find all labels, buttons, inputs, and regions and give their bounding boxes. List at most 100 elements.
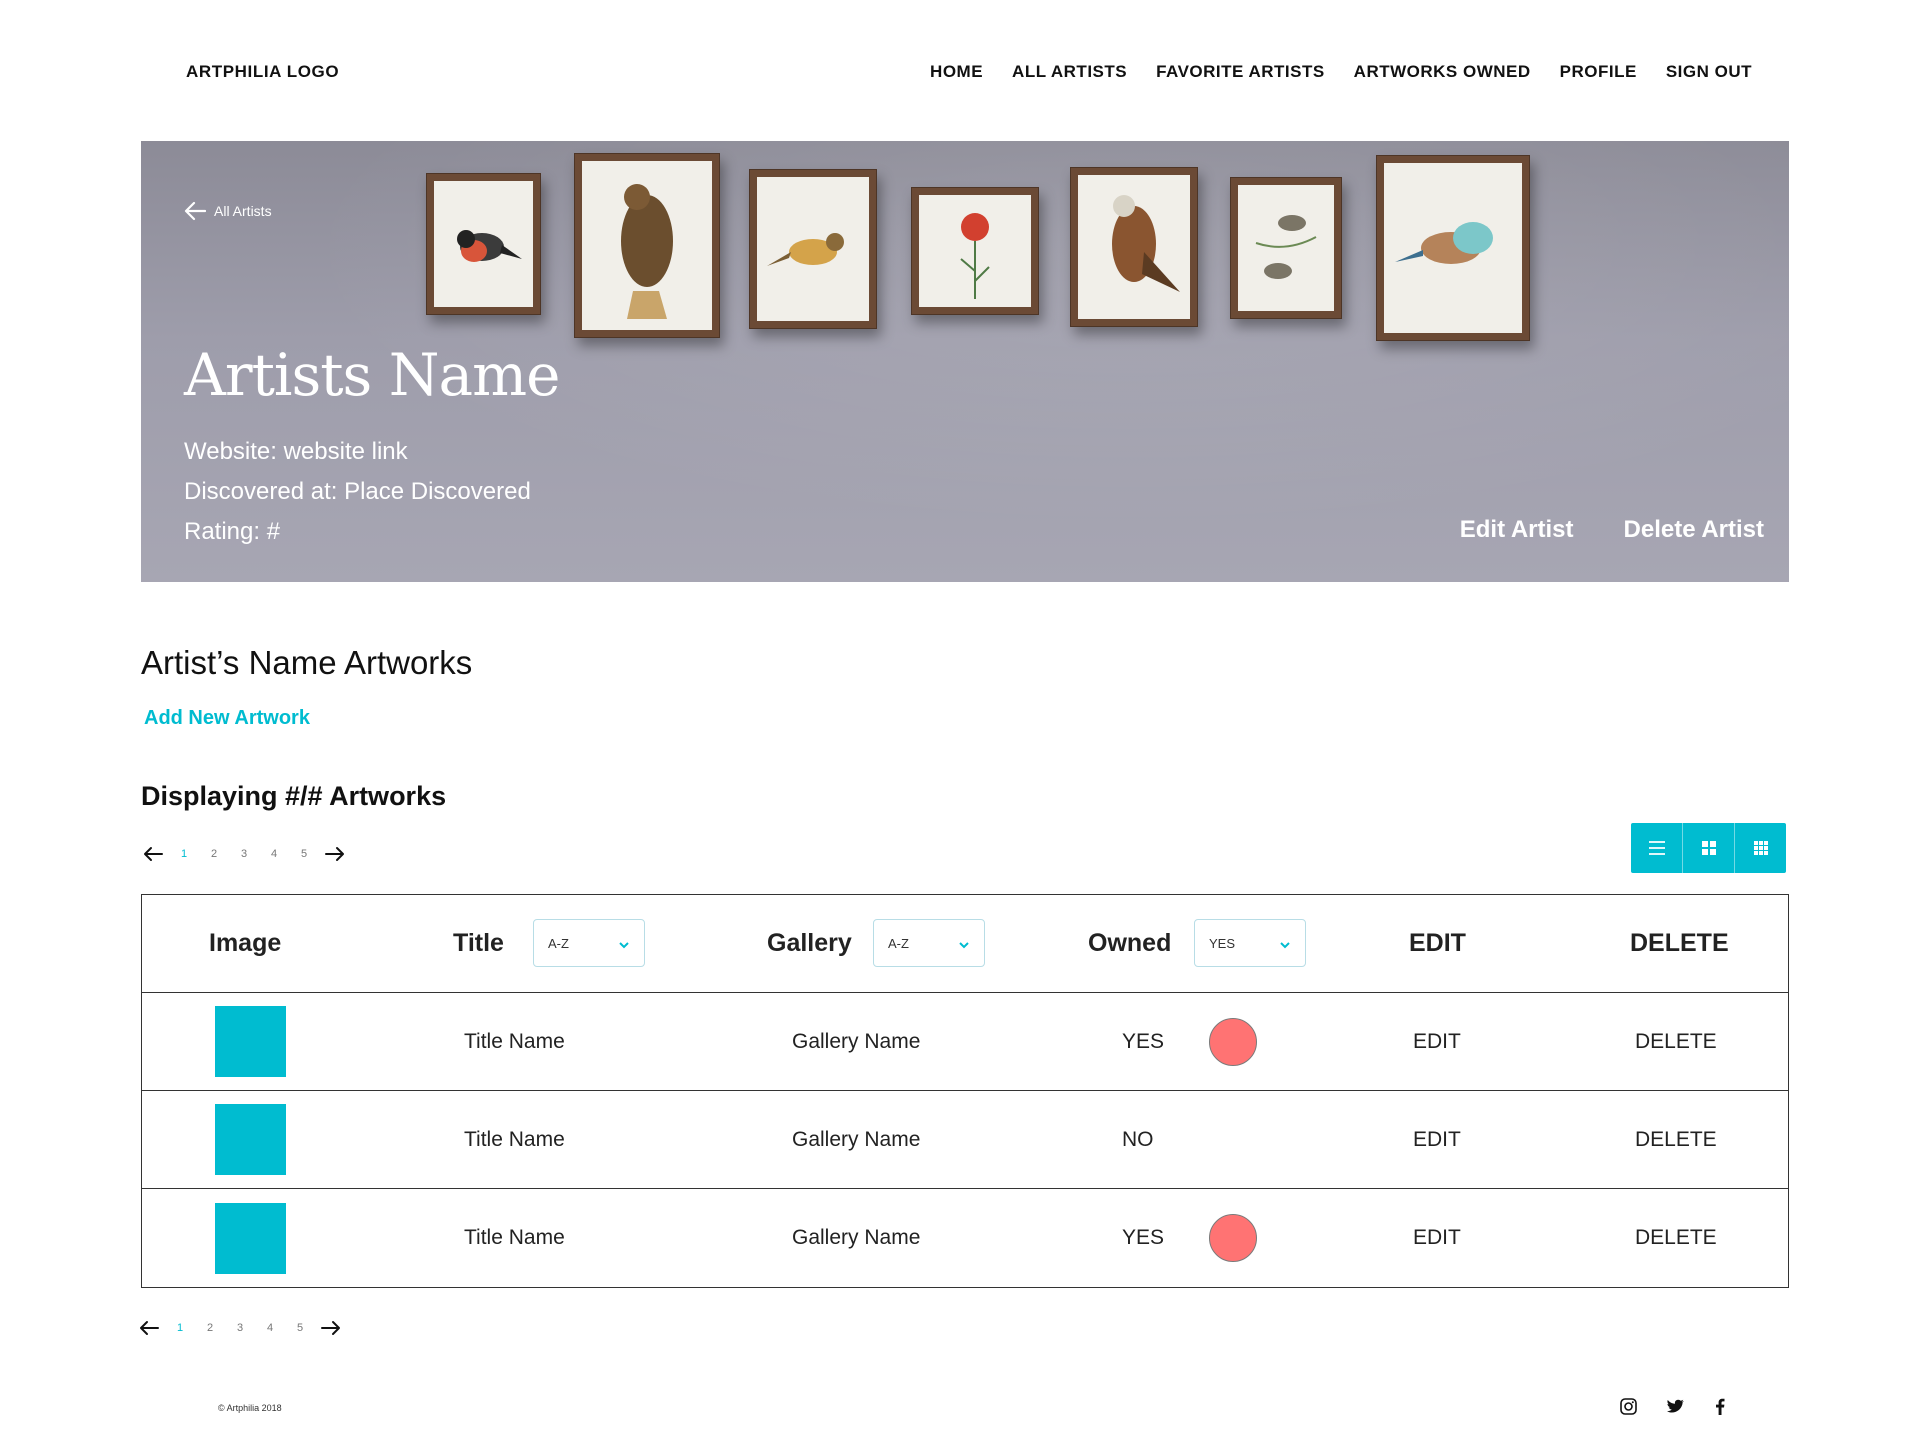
- page-link[interactable]: 3: [225, 1322, 255, 1334]
- delete-artist-button[interactable]: Delete Artist: [1624, 516, 1764, 544]
- page-link[interactable]: 4: [255, 1322, 285, 1334]
- framed-hawk-print: [574, 153, 720, 338]
- page-list: 1 2 3 4 5: [165, 1322, 315, 1334]
- artwork-thumbnail-cell: [215, 1091, 286, 1188]
- gallery-sort-value: A-Z: [888, 936, 909, 951]
- column-header-delete: DELETE: [1630, 929, 1729, 957]
- column-header-owned: Owned: [1088, 929, 1172, 957]
- framed-kite-print: [1070, 167, 1198, 327]
- nav-favorite-artists[interactable]: FAVORITE ARTISTS: [1156, 62, 1325, 82]
- chevron-down-icon: [618, 937, 630, 955]
- artist-rating: Rating: #: [184, 518, 281, 545]
- edit-artwork-link[interactable]: EDIT: [1413, 993, 1461, 1090]
- page-link[interactable]: 1: [165, 1322, 195, 1334]
- owned-filter-select[interactable]: YES: [1194, 919, 1306, 967]
- owned-indicator-cell: [1209, 1189, 1257, 1287]
- nav-artworks-owned[interactable]: ARTWORKS OWNED: [1354, 62, 1531, 82]
- prev-page-arrow-icon[interactable]: [137, 1318, 161, 1338]
- table-row: Title Name Gallery Name YES EDIT DELETE: [142, 1189, 1788, 1287]
- page-link[interactable]: 1: [169, 848, 199, 860]
- compact-grid-view-icon[interactable]: [1735, 823, 1786, 873]
- view-mode-toggle: [1631, 823, 1786, 873]
- chevron-down-icon: [958, 937, 970, 955]
- framed-two-birds-print: [1230, 177, 1342, 319]
- prev-page-arrow-icon[interactable]: [141, 844, 165, 864]
- pagination-bottom: 1 2 3 4 5: [137, 1318, 343, 1338]
- artwork-thumbnail[interactable]: [215, 1104, 286, 1175]
- artworks-section-title: Artist’s Name Artworks: [141, 644, 473, 681]
- instagram-icon[interactable]: [1620, 1398, 1637, 1415]
- edit-artwork-link[interactable]: EDIT: [1413, 1091, 1461, 1188]
- delete-artwork-link[interactable]: DELETE: [1635, 1189, 1717, 1287]
- artwork-title[interactable]: Title Name: [464, 993, 565, 1090]
- artwork-gallery: Gallery Name: [792, 1127, 921, 1151]
- edit-artist-button[interactable]: Edit Artist: [1460, 516, 1574, 544]
- gallery-sort-select[interactable]: A-Z: [873, 919, 985, 967]
- artist-website[interactable]: Website: website link: [184, 432, 531, 472]
- owned-filter-value: YES: [1209, 936, 1236, 951]
- artwork-owned: YES: [1122, 1226, 1165, 1249]
- framed-songbird-print: [749, 169, 877, 329]
- facebook-icon[interactable]: [1715, 1398, 1725, 1415]
- title-sort-select[interactable]: A-Z: [533, 919, 645, 967]
- owned-indicator-dot: [1209, 1214, 1257, 1262]
- page-link[interactable]: 2: [195, 1322, 225, 1334]
- artwork-thumbnail-cell: [215, 993, 286, 1090]
- chevron-down-icon: [1279, 937, 1291, 955]
- delete-artwork-link[interactable]: DELETE: [1635, 993, 1717, 1090]
- page-link[interactable]: 2: [199, 848, 229, 860]
- artwork-owned: YES: [1122, 1029, 1165, 1053]
- page-link[interactable]: 5: [285, 1322, 315, 1334]
- edit-artwork-link[interactable]: EDIT: [1413, 1189, 1461, 1287]
- artworks-table: Image Title A-Z Gallery A-Z Owned YES ED…: [141, 894, 1789, 1288]
- artist-name-heading: Artists Name: [184, 341, 560, 409]
- table-row: Title Name Gallery Name YES EDIT DELETE: [142, 993, 1788, 1091]
- back-link-label: All Artists: [214, 203, 272, 219]
- add-new-artwork-link[interactable]: Add New Artwork: [144, 707, 310, 730]
- nav-home[interactable]: HOME: [930, 62, 983, 82]
- list-view-icon[interactable]: [1631, 823, 1683, 873]
- artwork-thumbnail-cell: [215, 1189, 286, 1287]
- table-row: Title Name Gallery Name NO EDIT DELETE: [142, 1091, 1788, 1189]
- artwork-thumbnail[interactable]: [215, 1006, 286, 1077]
- artist-meta: Website: website link Discovered at: Pla…: [184, 432, 531, 552]
- artwork-gallery: Gallery Name: [792, 1226, 921, 1249]
- next-page-arrow-icon[interactable]: [323, 844, 347, 864]
- artist-hero-banner: All Artists Artists Name Website: websit…: [141, 141, 1789, 582]
- grid-view-icon[interactable]: [1683, 823, 1735, 873]
- main-nav: HOME ALL ARTISTS FAVORITE ARTISTS ARTWOR…: [930, 62, 1752, 82]
- copyright-text: © Artphilia 2018: [218, 1403, 282, 1413]
- column-header-edit: EDIT: [1409, 929, 1466, 957]
- artwork-title[interactable]: Title Name: [464, 1091, 565, 1188]
- owned-indicator-cell: [1209, 993, 1257, 1090]
- page-link[interactable]: 5: [289, 848, 319, 860]
- site-logo[interactable]: ARTPHILIA LOGO: [186, 62, 339, 82]
- delete-artwork-link[interactable]: DELETE: [1635, 1091, 1717, 1188]
- artist-discovered-at: Discovered at: Place Discovered: [184, 478, 531, 505]
- owned-indicator-dot: [1209, 1017, 1257, 1066]
- column-header-gallery: Gallery: [767, 929, 852, 957]
- page-link[interactable]: 4: [259, 848, 289, 860]
- page-link[interactable]: 3: [229, 848, 259, 860]
- artist-actions: Edit Artist Delete Artist: [1460, 516, 1764, 544]
- column-header-title: Title: [453, 929, 504, 957]
- artwork-gallery: Gallery Name: [792, 1029, 921, 1053]
- framed-roller-print: [1376, 155, 1530, 341]
- nav-sign-out[interactable]: SIGN OUT: [1666, 62, 1752, 82]
- column-header-image: Image: [209, 929, 282, 957]
- artwork-title[interactable]: Title Name: [464, 1189, 565, 1287]
- artwork-owned: NO: [1122, 1127, 1154, 1151]
- artwork-thumbnail[interactable]: [215, 1202, 286, 1274]
- table-header-row: Image Title A-Z Gallery A-Z Owned YES ED…: [142, 895, 1788, 993]
- back-to-all-artists-link[interactable]: All Artists: [184, 201, 272, 221]
- arrow-left-icon: [184, 201, 206, 221]
- next-page-arrow-icon[interactable]: [319, 1318, 343, 1338]
- pagination-top: 1 2 3 4 5: [141, 844, 347, 864]
- nav-profile[interactable]: PROFILE: [1560, 62, 1637, 82]
- top-bar: ARTPHILIA LOGO HOME ALL ARTISTS FAVORITE…: [0, 0, 1920, 140]
- framed-bird-print: [426, 173, 541, 315]
- page-list: 1 2 3 4 5: [169, 848, 319, 860]
- nav-all-artists[interactable]: ALL ARTISTS: [1012, 62, 1127, 82]
- twitter-icon[interactable]: [1667, 1399, 1685, 1414]
- social-links: [1620, 1398, 1725, 1415]
